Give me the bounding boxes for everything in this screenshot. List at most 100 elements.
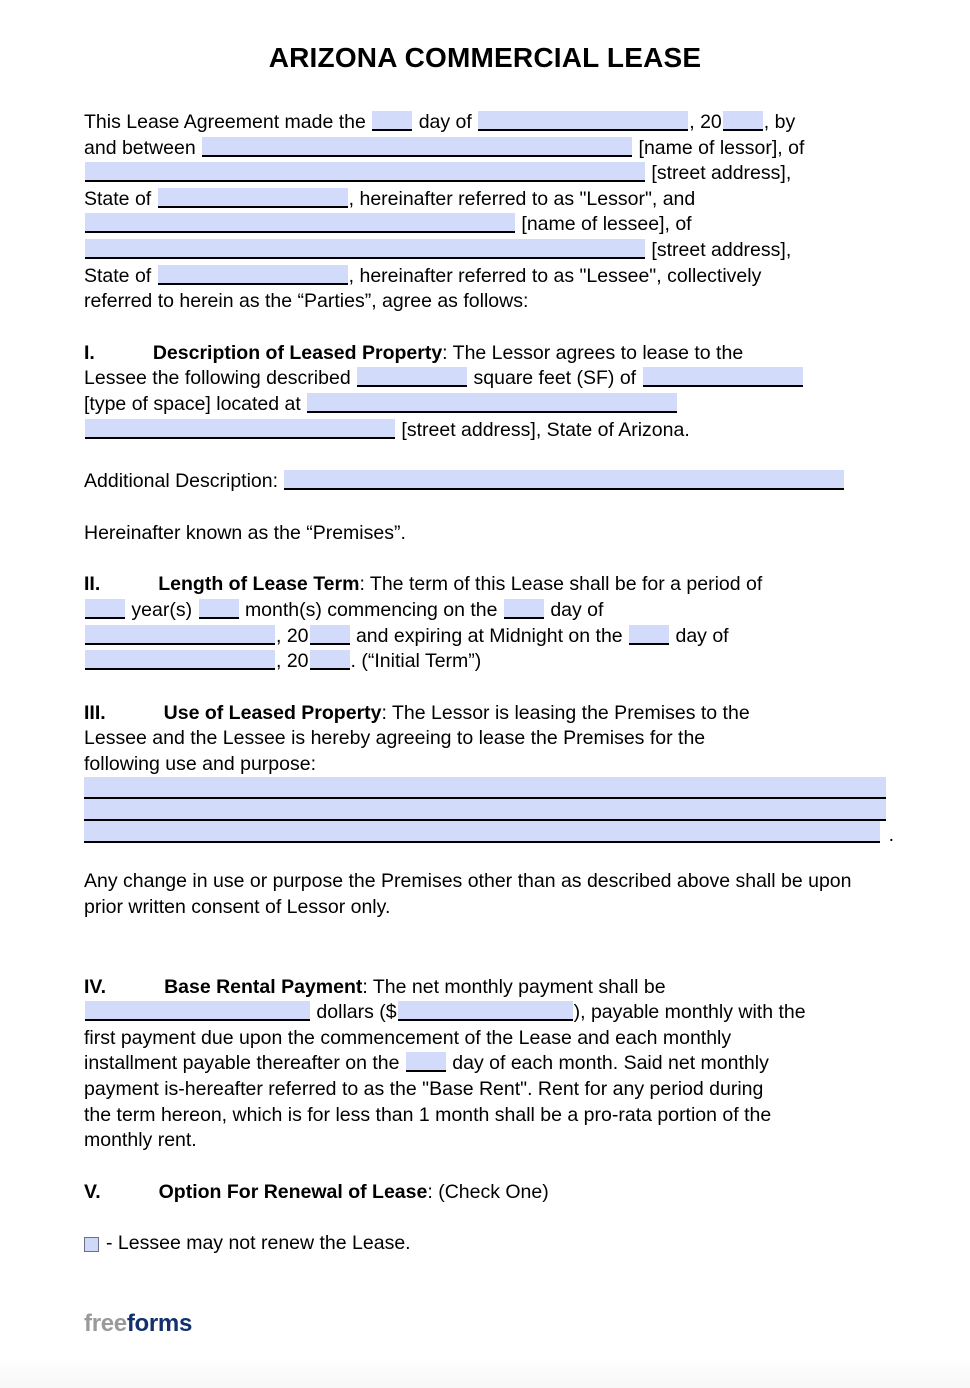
section-2: II. Length of Lease Term: The term of thi… [84, 572, 886, 674]
use-purpose-period: . [888, 824, 894, 847]
section-2-text-9: . (“Initial Term”) [350, 650, 482, 673]
section-4-text-2: dollars ($ [316, 1001, 397, 1024]
use-purpose-line-3-row: . [84, 821, 894, 846]
section-1-text-3: square feet (SF) of [473, 367, 637, 390]
section-4-text-8: the term hereon, which is for less than … [84, 1103, 772, 1126]
lessor-name-blank[interactable] [202, 136, 633, 157]
section-3-text-2: Lessee and the Lessee is hereby agreeing… [84, 727, 706, 750]
section-1: I. Description of Leased Property: The Le… [84, 341, 886, 443]
start-day-blank[interactable] [503, 598, 544, 619]
type-of-space-blank[interactable] [642, 367, 803, 388]
lessor-street-blank[interactable] [85, 162, 645, 183]
section-2-text-5: , 20 [276, 624, 309, 647]
section-3-heading: Use of Leased Property [163, 701, 382, 724]
section-1-number: I. [84, 341, 95, 364]
section-2-number: II. [84, 573, 101, 596]
section-2-heading: Length of Lease Term [158, 573, 360, 596]
section-4-text-5: installment payable thereafter on the [84, 1052, 400, 1075]
intro-text-9: , hereinafter referred to as "Lessor", a… [348, 187, 696, 210]
end-year-blank[interactable] [309, 650, 350, 671]
renewal-option-1-label: - Lessee may not renew the Lease. [106, 1232, 411, 1255]
intro-text-5: and between [84, 136, 196, 159]
intro-text-2: day of [418, 111, 472, 133]
section-2-text-3: month(s) commencing on the [244, 598, 498, 621]
section-2-text-4: day of [550, 598, 604, 621]
section-2-text-7: day of [675, 624, 729, 647]
year-blank[interactable] [722, 111, 763, 131]
section-2-text-8: , 20 [276, 650, 309, 673]
intro-text-12: State of [84, 264, 152, 287]
lessor-state-blank[interactable] [157, 187, 348, 208]
month-blank[interactable] [478, 111, 689, 131]
section-5-number: V. [84, 1180, 101, 1203]
use-purpose-line-3[interactable] [84, 821, 880, 844]
day-blank[interactable] [372, 111, 413, 131]
checkbox-icon[interactable] [84, 1236, 99, 1252]
intro-text-8: State of [84, 187, 152, 210]
use-purpose-line-1[interactable] [84, 777, 886, 800]
additional-description-blank[interactable] [284, 470, 845, 491]
section-2-text-6: and expiring at Midnight on the [355, 624, 623, 647]
lessee-name-blank[interactable] [85, 213, 515, 234]
section-4-heading: Base Rental Payment [164, 975, 363, 998]
use-purpose-lines: . [84, 777, 894, 846]
premises-note: Hereinafter known as the “Premises”. [84, 521, 406, 544]
intro-text-4: , by [763, 111, 796, 133]
section-2-text-1: : The term of this Lease shall be for a … [359, 573, 763, 596]
footer-logo: freeforms [84, 1310, 192, 1338]
end-month-blank[interactable] [85, 650, 275, 671]
lessee-state-blank[interactable] [157, 264, 348, 285]
section-4-number: IV. [84, 975, 107, 998]
document-page: ARIZONA COMMERCIAL LEASE This Lease Agre… [0, 0, 970, 1360]
intro-text-1: This Lease Agreement made the [84, 111, 366, 133]
section-1-text-1: : The Lessor agrees to lease to the [442, 341, 744, 364]
start-month-blank[interactable] [85, 624, 275, 645]
logo-text-free: free [84, 1310, 127, 1337]
additional-description-row: Additional Description: [84, 469, 886, 495]
intro-text-3: , 20 [689, 111, 722, 133]
intro-text-14: referred to herein as the “Parties”, agr… [84, 290, 529, 313]
section-5: V. Option For Renewal of Lease: (Check On… [84, 1180, 886, 1206]
section-5-heading: Option For Renewal of Lease [158, 1180, 428, 1203]
section-1-heading: Description of Leased Property [152, 341, 443, 364]
start-year-blank[interactable] [309, 624, 350, 645]
section-4-text-7: payment is-hereafter referred to as the … [84, 1078, 764, 1101]
section-3-text-3: following use and purpose: [84, 752, 316, 775]
property-location-blank[interactable] [307, 392, 678, 413]
end-day-blank[interactable] [629, 624, 670, 645]
lessee-street-blank[interactable] [85, 238, 645, 259]
section-4-text-4: first payment due upon the commencement … [84, 1026, 732, 1049]
section-1-text-2: Lessee the following described [84, 367, 351, 390]
section-4-text-9: monthly rent. [84, 1129, 197, 1152]
property-street-blank[interactable] [85, 418, 395, 439]
section-4: IV. Base Rental Payment: The net monthly … [84, 975, 886, 1154]
section-3-text-1: : The Lessor is leasing the Premises to … [381, 701, 750, 724]
intro-text-11: [street address], [651, 238, 792, 261]
section-3-number: III. [84, 701, 106, 724]
page-title: ARIZONA COMMERCIAL LEASE [268, 42, 702, 73]
section-3-after-note: Any change in use or purpose the Premise… [84, 870, 852, 919]
rent-amount-blank[interactable] [397, 1001, 573, 1022]
section-4-text-6: day of each month. Said net monthly [452, 1052, 769, 1075]
section-1-text-5: [street address], State of Arizona. [401, 418, 690, 441]
section-5-text-1: : (Check One) [427, 1180, 549, 1203]
square-feet-blank[interactable] [357, 367, 468, 388]
intro-text-6: [name of lessor], of [638, 136, 805, 159]
rent-words-blank[interactable] [85, 1001, 310, 1022]
renewal-option-1-row[interactable]: - Lessee may not renew the Lease. [84, 1231, 886, 1257]
section-4-text-3: ), payable monthly with the [573, 1001, 806, 1024]
section-1-text-4: [type of space] located at [84, 392, 301, 415]
section-2-text-2: year(s) [131, 598, 193, 621]
intro-text-10: [name of lessee], of [521, 213, 692, 236]
use-purpose-line-2[interactable] [84, 799, 886, 822]
additional-description-label: Additional Description: [84, 470, 279, 493]
page-bottom-shadow [0, 1360, 970, 1388]
intro-text-7: [street address], [651, 162, 792, 185]
payment-day-blank[interactable] [405, 1052, 446, 1073]
section-4-text-1: : The net monthly payment shall be [362, 975, 666, 998]
intro-paragraph: This Lease Agreement made the day of , 2… [84, 110, 886, 315]
term-months-blank[interactable] [198, 598, 239, 619]
term-years-blank[interactable] [85, 598, 125, 619]
section-3: III. Use of Leased Property: The Lessor i… [84, 701, 886, 778]
document-body: This Lease Agreement made the day of , 2… [0, 74, 970, 1257]
